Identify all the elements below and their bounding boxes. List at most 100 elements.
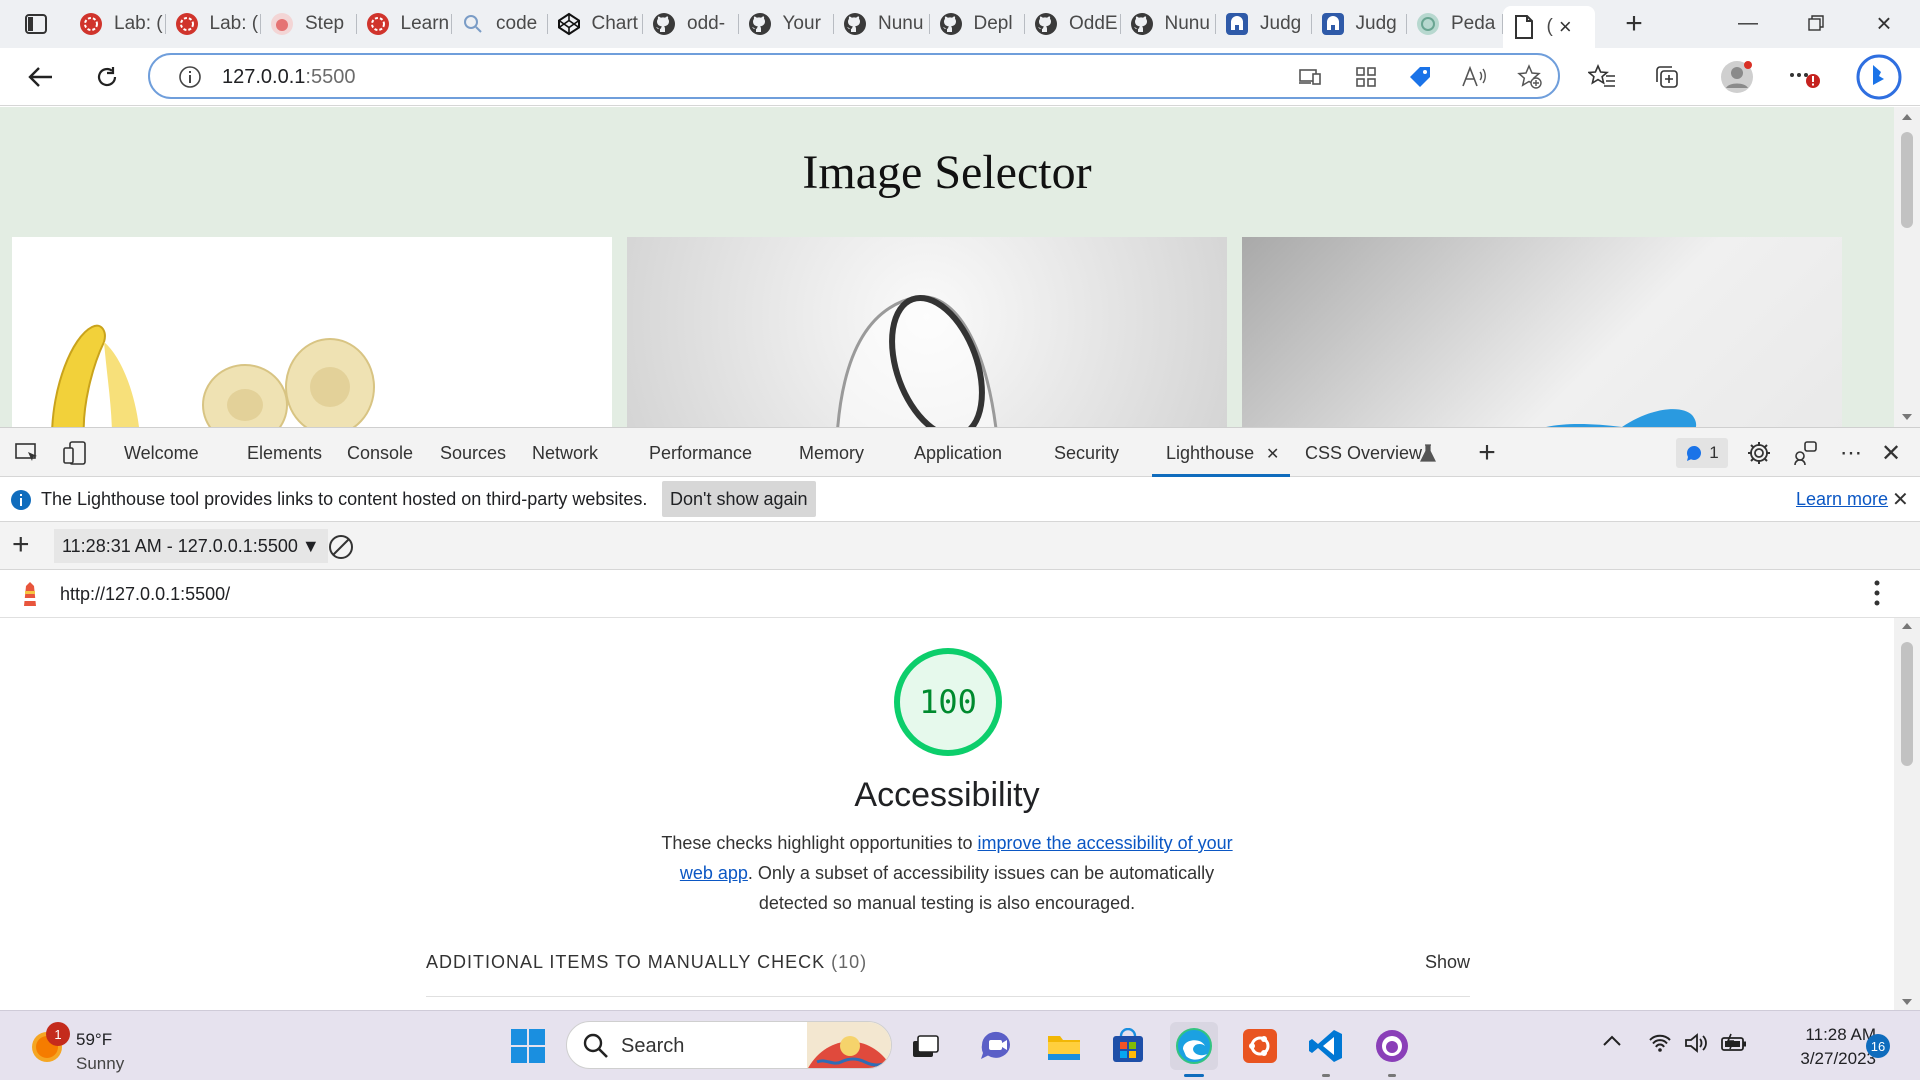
divider bbox=[426, 996, 1470, 997]
inspect-element-button[interactable] bbox=[12, 438, 42, 468]
address-url[interactable]: 127.0.0.1:5500 bbox=[222, 66, 355, 89]
category-title: Accessibility bbox=[854, 776, 1040, 814]
file-explorer-button[interactable] bbox=[1040, 1022, 1088, 1070]
devtools-tab-bar: Welcome Elements Console Sources Network… bbox=[0, 427, 1920, 477]
browser-tab[interactable]: code bbox=[452, 6, 548, 42]
vscode-button[interactable] bbox=[1302, 1022, 1350, 1077]
github-desktop-button[interactable] bbox=[1368, 1022, 1416, 1077]
send-feedback-button[interactable] bbox=[1790, 438, 1820, 468]
browser-tab[interactable]: Step bbox=[261, 6, 357, 42]
app-available-icon[interactable] bbox=[1296, 63, 1324, 91]
wifi-icon[interactable] bbox=[1648, 1033, 1672, 1058]
browser-tab-active[interactable]: (× bbox=[1502, 6, 1595, 48]
experimental-flask-icon bbox=[1413, 438, 1443, 468]
microsoft-store-button[interactable] bbox=[1104, 1022, 1152, 1070]
close-tab-button[interactable]: × bbox=[1559, 14, 1572, 40]
tab-actions-button[interactable] bbox=[14, 10, 58, 38]
shopping-tag-icon[interactable] bbox=[1406, 63, 1434, 91]
device-toolbar-button[interactable] bbox=[60, 438, 90, 468]
back-button[interactable] bbox=[20, 56, 62, 98]
browser-tab[interactable]: Nunu bbox=[1121, 6, 1217, 42]
devtools-tab-css-overview[interactable]: CSS Overview bbox=[1305, 443, 1422, 464]
close-infobar-button[interactable]: ✕ bbox=[1892, 487, 1909, 512]
browser-tab[interactable]: Learn bbox=[357, 6, 453, 42]
dont-show-again-button[interactable]: Don't show again bbox=[662, 481, 816, 517]
devtools-tab-security[interactable]: Security bbox=[1054, 443, 1119, 464]
score-value: 100 bbox=[919, 683, 977, 721]
new-tab-button[interactable]: + bbox=[1616, 7, 1652, 40]
image-card-blue-object[interactable] bbox=[1242, 237, 1842, 427]
report-scrollbar[interactable] bbox=[1894, 618, 1920, 1010]
devtools-tab-console[interactable]: Console bbox=[347, 443, 413, 464]
favorites-button[interactable] bbox=[1581, 56, 1623, 98]
devtools-tab-memory[interactable]: Memory bbox=[799, 443, 864, 464]
clear-reports-button[interactable] bbox=[328, 534, 354, 565]
show-hidden-icons-button[interactable] bbox=[1602, 1033, 1622, 1052]
settings-more-button[interactable] bbox=[1784, 56, 1826, 98]
task-view-button[interactable] bbox=[902, 1022, 950, 1070]
browser-tab[interactable]: Peda bbox=[1407, 6, 1503, 42]
learn-more-link[interactable]: Learn more bbox=[1796, 489, 1888, 510]
browser-tab[interactable]: Lab: ( bbox=[70, 6, 166, 42]
browser-tab[interactable]: Depl bbox=[930, 6, 1026, 42]
browser-tab[interactable]: Your bbox=[739, 6, 835, 42]
start-button[interactable] bbox=[504, 1022, 552, 1070]
devtools-tab-application[interactable]: Application bbox=[914, 443, 1002, 464]
notification-count-badge[interactable]: 16 bbox=[1866, 1034, 1890, 1058]
browser-tab[interactable]: Lab: ( bbox=[166, 6, 262, 42]
accessibility-score-gauge[interactable]: 100 bbox=[894, 648, 1002, 756]
ubuntu-button[interactable] bbox=[1236, 1022, 1284, 1070]
report-selector[interactable]: 11:28:31 AM - 127.0.0.1:5500 ▼ bbox=[54, 529, 328, 563]
page-title: Image Selector bbox=[802, 146, 1092, 199]
read-aloud-icon[interactable] bbox=[1460, 63, 1488, 91]
qr-grid-icon[interactable] bbox=[1352, 63, 1380, 91]
report-menu-button[interactable] bbox=[1872, 578, 1882, 613]
image-card-bananas[interactable] bbox=[12, 237, 612, 427]
bing-copilot-button[interactable] bbox=[1854, 54, 1904, 100]
browser-tab[interactable]: OddE bbox=[1025, 6, 1121, 42]
back-arrow-icon bbox=[28, 67, 52, 87]
page-scrollbar[interactable] bbox=[1894, 107, 1920, 427]
issues-counter-button[interactable]: 1 bbox=[1676, 438, 1728, 468]
close-window-button[interactable]: × bbox=[1850, 0, 1918, 46]
devtools-tab-sources[interactable]: Sources bbox=[440, 443, 506, 464]
browser-tab[interactable]: Nunu bbox=[834, 6, 930, 42]
volume-icon[interactable] bbox=[1684, 1032, 1710, 1059]
refresh-button[interactable] bbox=[86, 56, 128, 98]
add-favorite-icon[interactable] bbox=[1516, 63, 1544, 91]
new-report-button[interactable]: + bbox=[12, 528, 30, 562]
devtools-tab-welcome[interactable]: Welcome bbox=[124, 443, 199, 464]
github-icon bbox=[651, 11, 677, 37]
restore-button[interactable] bbox=[1782, 0, 1850, 46]
devtools-tab-elements[interactable]: Elements bbox=[247, 443, 322, 464]
devtools-tab-performance[interactable]: Performance bbox=[649, 443, 752, 464]
browser-tab[interactable]: Chart bbox=[548, 6, 644, 42]
devtools-settings-button[interactable] bbox=[1744, 438, 1774, 468]
more-tools-button[interactable]: + bbox=[1472, 436, 1502, 469]
show-manual-items-button[interactable]: Show bbox=[1425, 952, 1470, 973]
devtools-tab-network[interactable]: Network bbox=[532, 443, 598, 464]
edge-icon bbox=[1176, 1028, 1212, 1064]
browser-tab-label: Lab: ( bbox=[209, 13, 259, 34]
clock[interactable]: 11:28 AM 3/27/2023 bbox=[1756, 1023, 1876, 1071]
edge-button[interactable] bbox=[1170, 1022, 1218, 1077]
taskbar-search[interactable]: Search bbox=[566, 1021, 892, 1069]
browser-tab-label: Chart bbox=[591, 13, 638, 34]
browser-tab[interactable]: Judg bbox=[1312, 6, 1408, 42]
manual-check-group-toggle[interactable]: ADDITIONAL ITEMS TO MANUALLY CHECK (10) bbox=[426, 952, 867, 973]
collections-button[interactable] bbox=[1646, 56, 1688, 98]
customize-devtools-button[interactable]: ⋯ bbox=[1836, 438, 1866, 468]
profile-button[interactable] bbox=[1716, 56, 1758, 98]
close-devtools-button[interactable]: ✕ bbox=[1876, 438, 1906, 468]
browser-tab[interactable]: odd- bbox=[643, 6, 739, 42]
browser-tab[interactable]: Judg bbox=[1216, 6, 1312, 42]
devtools-tab-lighthouse[interactable]: Lighthouse bbox=[1166, 443, 1254, 464]
minimize-button[interactable]: — bbox=[1714, 0, 1782, 46]
battery-icon[interactable] bbox=[1720, 1033, 1748, 1058]
close-lighthouse-tab-button[interactable]: ✕ bbox=[1266, 444, 1279, 464]
teams-chat-button[interactable] bbox=[972, 1022, 1020, 1070]
site-info-icon[interactable] bbox=[176, 63, 204, 91]
image-card-glass[interactable] bbox=[627, 237, 1227, 427]
address-bar[interactable]: 127.0.0.1:5500 bbox=[148, 53, 1560, 99]
browser-tab-label: Lab: ( bbox=[114, 13, 163, 34]
